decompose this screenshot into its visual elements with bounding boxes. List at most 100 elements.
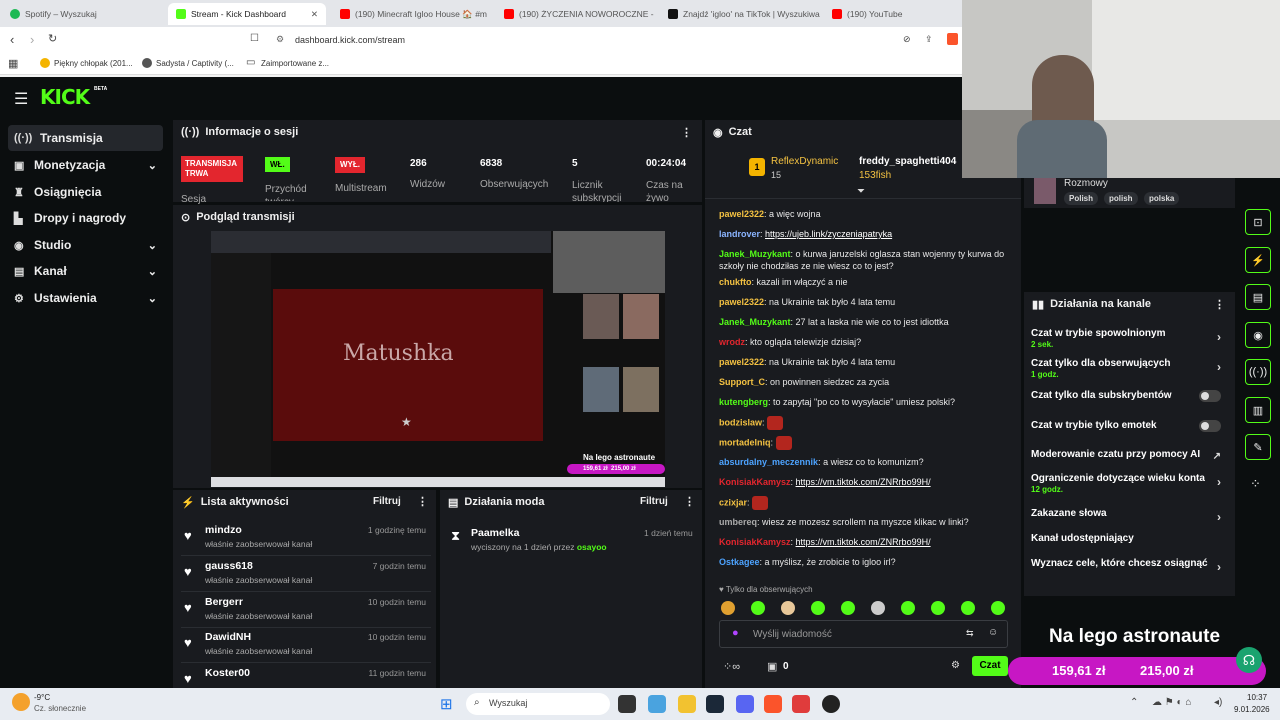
channel-action-item[interactable]: Moderowanie czatu przy pomocy AI ↗ (1031, 449, 1229, 462)
broadcast-icon[interactable]: ((·)) (1245, 359, 1271, 385)
emote-icon[interactable] (841, 601, 855, 615)
channel-action-item[interactable]: Ograniczenie dotyczące wieku konta 12 god… (1031, 473, 1229, 494)
camera-icon[interactable]: ⊡ (1245, 209, 1271, 235)
obs-icon[interactable] (822, 695, 840, 713)
chat-username[interactable]: umbereq (719, 517, 757, 527)
scroll-down-icon[interactable]: ⏷ (857, 186, 865, 197)
tab-tiktok[interactable]: Znajdź 'igloo' na TikTok | Wyszukiwa (660, 3, 820, 25)
explorer-icon[interactable] (678, 695, 696, 713)
emote-icon[interactable] (961, 601, 975, 615)
bookmark-3[interactable]: Zaimportowane z... (261, 59, 329, 68)
sidebar-item-osiagniecia[interactable]: ♜ Osiągnięcia (8, 179, 163, 205)
kick-logo[interactable]: KICK (40, 85, 90, 109)
emote-icon[interactable] (811, 601, 825, 615)
channel-action-item[interactable]: Czat tylko dla obserwujących 1 godz. › (1031, 358, 1229, 379)
channel-action-item[interactable]: Czat w trybie spowolnionym 2 sek. › (1031, 328, 1229, 349)
chat-username[interactable]: absurdalny_meczennik (719, 457, 818, 467)
kebab-menu-icon[interactable]: ⋮ (1214, 298, 1225, 311)
emote-icon[interactable] (871, 601, 885, 615)
tray-chevron-icon[interactable]: ⌃ (1130, 697, 1138, 708)
tray-icons[interactable]: ☁ ⚑ ◐ ⌂ (1152, 697, 1191, 708)
toggle-switch[interactable] (1199, 420, 1221, 432)
activity-item[interactable]: ♥ gauss618 właśnie zaobserwował kanał 7 god… (181, 556, 431, 592)
support-icon[interactable]: ☊ (1236, 647, 1262, 673)
tag-chip[interactable]: polska (1144, 192, 1180, 205)
apps-grid-icon[interactable]: ▦ (8, 57, 18, 70)
sidebar-item-dropy[interactable]: ▙ Dropy i nagrody (8, 205, 163, 231)
activity-item[interactable]: ♥ DawidNH właśnie zaobserwował kanał 10 god… (181, 627, 431, 663)
close-tab-icon[interactable]: ✕ (303, 9, 318, 20)
brave-shield-icon[interactable] (947, 33, 958, 45)
share-icon[interactable]: ⇪ (925, 34, 933, 45)
document-icon[interactable]: ▤ (1245, 284, 1271, 310)
mic-icon[interactable]: ● (732, 627, 739, 639)
bolt-icon[interactable]: ⚡ (1245, 247, 1271, 273)
bookmark-1[interactable]: Piękny chłopak (201... (54, 59, 133, 68)
gift-icon[interactable]: ▣ (767, 660, 777, 673)
stream-preview-video[interactable]: Matushka ★ Na lego astronaute 159,61 zł … (211, 231, 665, 487)
sidebar-item-kanal[interactable]: ▤ Kanał ⌄ (8, 258, 163, 284)
volume-icon[interactable]: ◂) (1214, 697, 1222, 708)
bookmark-icon[interactable]: ☐ (250, 33, 259, 44)
activity-item[interactable]: ♥ Koster00 11 godzin temu (181, 663, 431, 687)
chat-username[interactable]: KonisiakKamysz (719, 477, 791, 487)
tab-zyczenia[interactable]: (190) ŻYCZENIA NOWOROCZNE - Yo (496, 3, 656, 25)
sidebar-item-monetyzacja[interactable]: ▣ Monetyzacja ⌄ (8, 152, 163, 178)
tips-badge[interactable]: WŁ. (265, 157, 290, 172)
chat-username[interactable]: wrodz (719, 337, 745, 347)
activity-item[interactable]: ♥ Bergerr właśnie zaobserwował kanał 10 god… (181, 592, 431, 628)
kebab-menu-icon[interactable]: ⋮ (684, 495, 695, 508)
brave-icon[interactable] (764, 695, 782, 713)
chat-link[interactable]: https://vm.tiktok.com/ZNRrbo99H/ (796, 477, 931, 487)
top-gifter-name[interactable]: ReflexDynamic (771, 156, 838, 167)
windows-start-icon[interactable]: ⊞ (440, 695, 453, 713)
send-chat-button[interactable]: Czat (972, 656, 1008, 676)
tab-spotify[interactable]: Spotify – Wyszukaj (2, 3, 167, 25)
app-icon[interactable] (792, 695, 810, 713)
multistream-badge[interactable]: WYŁ. (335, 157, 365, 173)
taskbar-search[interactable]: ⌕ Wyszukaj (466, 693, 610, 715)
pinned-user-name[interactable]: freddy_spaghetti404 (859, 156, 956, 167)
activity-filter-button[interactable]: Filtruj (373, 496, 401, 507)
emote-icon[interactable] (931, 601, 945, 615)
translate-icon[interactable]: ⇆ (966, 628, 974, 639)
emoji-icon[interactable]: ☺ (988, 627, 998, 638)
channel-action-item[interactable]: Czat tylko dla subskrybentów (1031, 390, 1229, 402)
site-info-icon[interactable]: ⚙ (276, 34, 284, 45)
sidebar-item-studio[interactable]: ◉ Studio ⌄ (8, 232, 163, 258)
chat-username[interactable]: landrover (719, 229, 760, 239)
chat-username[interactable]: Ostkagee (719, 557, 760, 567)
tab-youtube[interactable]: (190) YouTube (824, 3, 960, 25)
discord-icon[interactable] (736, 695, 754, 713)
channel-action-item[interactable]: Czat w trybie tylko emotek (1031, 420, 1229, 432)
kebab-menu-icon[interactable]: ⋮ (681, 126, 692, 139)
chat-username[interactable]: czixjar (719, 497, 747, 507)
chat-settings-icon[interactable]: ⚙ (951, 660, 960, 671)
back-icon[interactable]: ‹ (10, 32, 14, 47)
emote-icon[interactable] (991, 601, 1005, 615)
tab-minecraft[interactable]: (190) Minecraft Igloo House 🏠 #m (332, 3, 492, 25)
chat-link[interactable]: https://vm.tiktok.com/ZNRrbo99H/ (796, 537, 931, 547)
chat-bubble-icon[interactable]: ◉ (1245, 322, 1271, 348)
taskview-icon[interactable] (618, 695, 636, 713)
activity-item[interactable]: ♥ mindzo właśnie zaobserwował kanał 1 godzi… (181, 520, 431, 556)
chat-link[interactable]: https://ujeb.link/zyczeniapatryka (765, 229, 892, 239)
mod-filter-button[interactable]: Filtruj (640, 496, 668, 507)
chat-username[interactable]: bodzislaw (719, 417, 762, 427)
kebab-menu-icon[interactable]: ⋮ (417, 495, 428, 508)
infinity-icon[interactable]: ⁘∞ (723, 660, 740, 673)
wrench-icon[interactable]: ✎ (1245, 434, 1271, 460)
chat-username[interactable]: chukfto (719, 277, 752, 287)
chat-username[interactable]: KonisiakKamysz (719, 537, 791, 547)
url-field[interactable]: dashboard.kick.com/stream (295, 35, 405, 45)
chat-username[interactable]: kutengberg (719, 397, 768, 407)
emote-icon[interactable] (781, 601, 795, 615)
toggle-switch[interactable] (1199, 390, 1221, 402)
channel-action-item[interactable]: Zakazane słowa › (1031, 508, 1229, 524)
chat-username[interactable]: mortadelniq (719, 437, 771, 447)
hide-icon[interactable]: ⊘ (903, 34, 911, 45)
bookmark-2[interactable]: Sadysta / Captivity (... (156, 59, 234, 68)
tag-chip[interactable]: Polish (1064, 192, 1099, 205)
menu-icon[interactable]: ☰ (14, 89, 28, 109)
steam-icon[interactable] (706, 695, 724, 713)
